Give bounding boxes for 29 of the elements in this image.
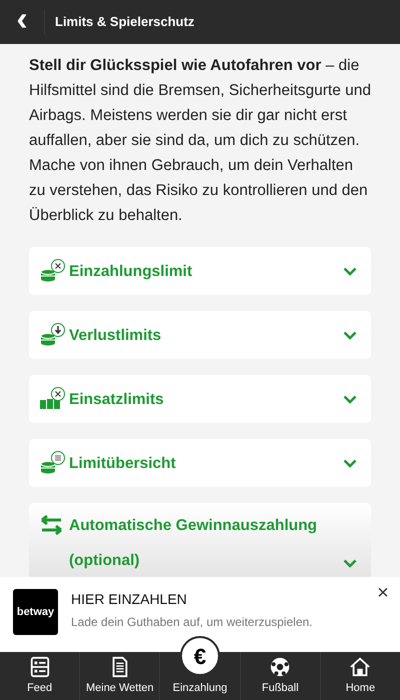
nav-tab[interactable]: Home (320, 652, 400, 700)
brand-logo: betway (13, 589, 58, 635)
nav-tab[interactable]: Feed (0, 652, 80, 700)
nav-tab[interactable]: Fußball (240, 652, 320, 700)
close-button[interactable]: × (374, 583, 392, 603)
coins-arrow-icon (39, 322, 65, 348)
euro-button[interactable]: € (180, 636, 220, 676)
section-title: Automatische Gewinnauszahlung (optional) (69, 516, 318, 571)
banner-title: HIER EINZAHLEN (71, 590, 188, 609)
accordion-item[interactable]: Einsatzlimits (29, 375, 371, 423)
nav-tab[interactable]: Einzahlung (160, 678, 240, 700)
accordion-item[interactable]: Einzahlungslimit (29, 247, 371, 295)
feed-icon (28, 656, 51, 678)
section-title: Limitübersicht (69, 454, 177, 474)
accordion-item[interactable]: Limitübersicht (29, 439, 371, 487)
section-title: Einzahlungslimit (69, 262, 194, 282)
coins-x-icon (39, 258, 65, 284)
back-button[interactable]: ‹ (0, 0, 44, 44)
intro-paragraph: Stell dir Glücksspiel wie Autofahren vor – die Hilfsmittel sind die Bremsen, Sicherheitsgurte und Airbags. Meistens werden sie dir gar nicht erst auffallen, aber sie sind da, um dich zu schützen. Mache von ihnen Gebrauch, um dein Verhalten zu verstehen, das Risiko zu kontrollieren und den Überblick zu behalten. (29, 56, 371, 226)
football-icon (269, 656, 292, 678)
accordion-item[interactable]: Verlustlimits (29, 311, 371, 359)
section-title: Einsatzlimits (69, 390, 165, 410)
banner-text: Lade dein Guthaben auf, um weiterzuspielen. (71, 614, 312, 631)
coins-list-icon (39, 450, 65, 476)
page-title: Limits & Spielerschutz (55, 13, 194, 32)
nav-tab[interactable]: Meine Wetten (80, 652, 160, 700)
arrows-icon (39, 512, 65, 538)
section-title: Verlustlimits (69, 326, 162, 346)
home-icon (349, 656, 372, 678)
